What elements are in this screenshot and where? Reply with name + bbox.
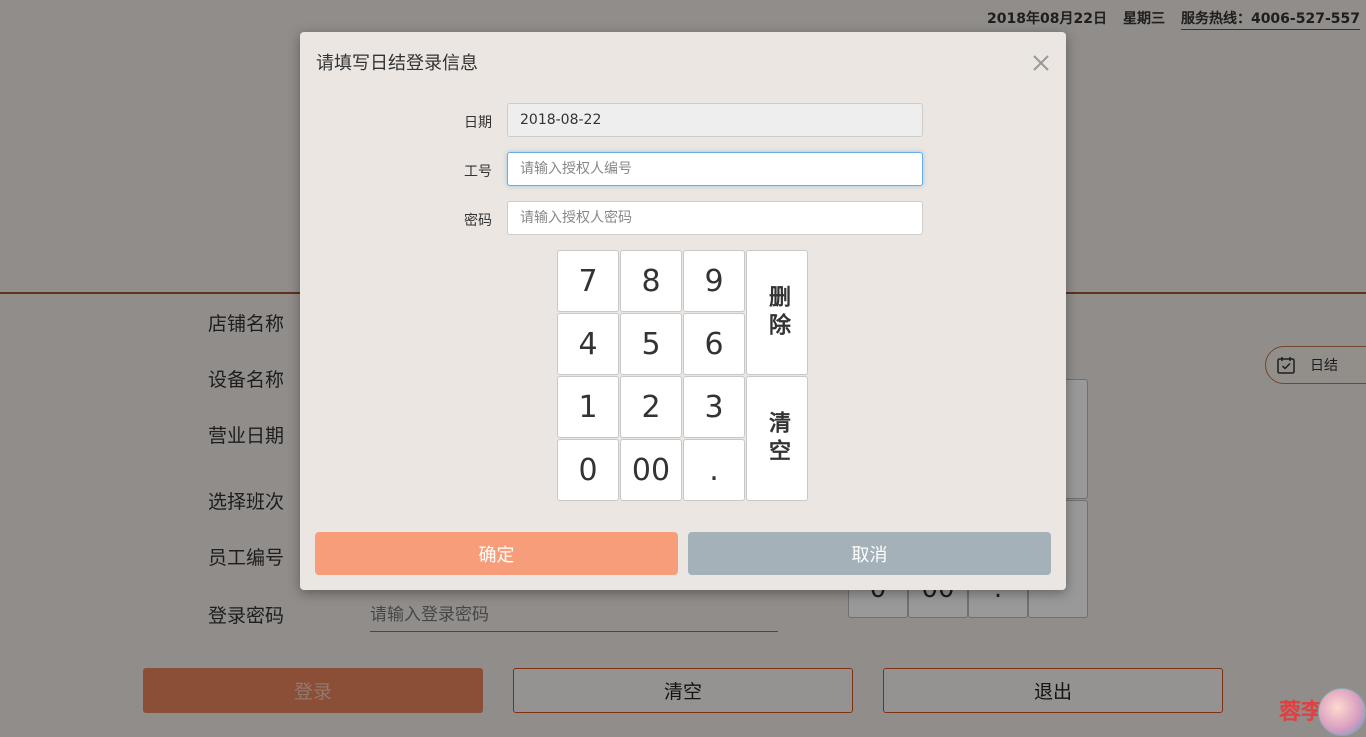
employee-id-input[interactable] (507, 152, 923, 186)
keypad-delete-button[interactable]: 删除 (746, 250, 808, 375)
key-0[interactable]: 0 (557, 439, 619, 501)
dialog-title: 请填写日结登录信息 (316, 53, 478, 74)
password-input[interactable] (507, 201, 923, 235)
key-1[interactable]: 1 (557, 376, 619, 438)
password-label: 密码 (464, 213, 492, 229)
employee-id-label: 工号 (464, 164, 492, 180)
key-5[interactable]: 5 (620, 313, 682, 375)
close-icon[interactable] (1030, 52, 1052, 74)
cancel-button[interactable]: 取消 (688, 532, 1051, 575)
key-00[interactable]: 00 (620, 439, 682, 501)
key-6[interactable]: 6 (683, 313, 745, 375)
key-4[interactable]: 4 (557, 313, 619, 375)
key-7[interactable]: 7 (557, 250, 619, 312)
confirm-button[interactable]: 确定 (315, 532, 678, 575)
key-9[interactable]: 9 (683, 250, 745, 312)
date-label: 日期 (464, 115, 492, 131)
key-dot[interactable]: . (683, 439, 745, 501)
date-field (507, 103, 923, 137)
keypad-clear-button[interactable]: 清空 (746, 376, 808, 501)
avatar (1318, 688, 1366, 736)
key-2[interactable]: 2 (620, 376, 682, 438)
key-3[interactable]: 3 (683, 376, 745, 438)
rizhi-login-dialog: 请填写日结登录信息 日期 工号 密码 7 8 9 删除 4 5 6 1 2 3 … (300, 32, 1066, 590)
key-8[interactable]: 8 (620, 250, 682, 312)
